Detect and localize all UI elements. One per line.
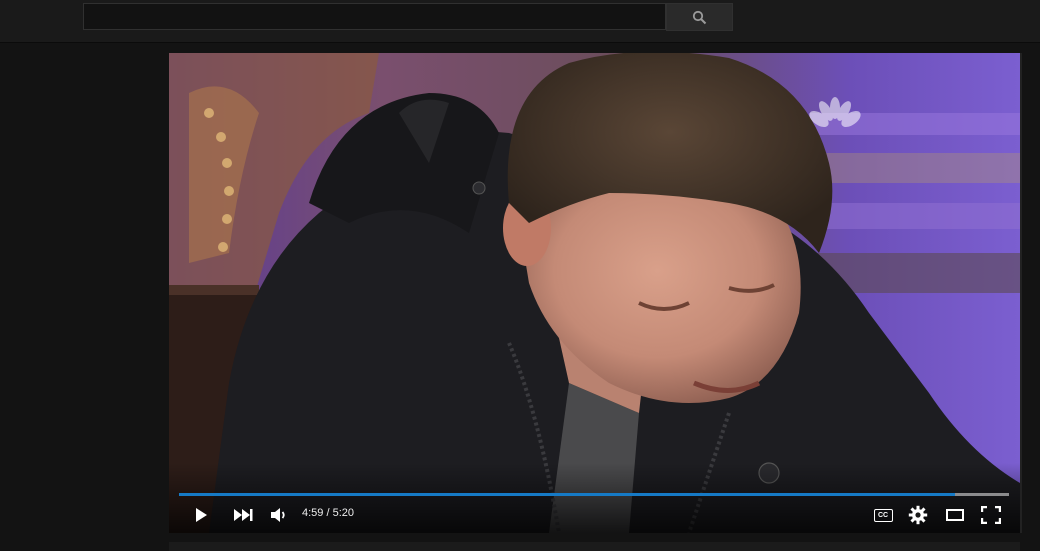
theater-mode-button[interactable] — [943, 502, 967, 528]
time-display: 4:59 / 5:20 — [302, 507, 354, 519]
video-player[interactable]: 4:59 / 5:20 CC — [169, 53, 1020, 533]
nbc-peacock-logo — [809, 97, 861, 127]
captions-button[interactable]: CC — [872, 502, 894, 528]
theater-mode-icon — [946, 509, 964, 521]
time-separator: / — [323, 507, 333, 519]
below-player-strip — [169, 542, 1020, 551]
settings-button[interactable] — [906, 502, 930, 528]
play-icon — [196, 508, 207, 522]
search-button[interactable] — [666, 3, 733, 31]
page-edge — [1020, 53, 1022, 533]
progress-bar[interactable] — [179, 493, 1009, 496]
progress-played — [179, 493, 956, 496]
search-icon — [692, 10, 707, 24]
current-time: 4:59 — [302, 507, 324, 519]
fullscreen-icon — [981, 506, 1001, 524]
fullscreen-button[interactable] — [979, 502, 1003, 528]
volume-icon — [271, 508, 285, 522]
volume-button[interactable] — [266, 502, 292, 528]
video-frame[interactable] — [169, 53, 1020, 533]
duration: 5:20 — [332, 507, 355, 519]
next-icon — [234, 509, 253, 521]
masthead — [0, 0, 1040, 43]
captions-label: CC — [877, 511, 889, 519]
next-button[interactable] — [229, 502, 257, 528]
search-input[interactable] — [83, 3, 666, 30]
captions-icon: CC — [873, 508, 893, 522]
gear-icon — [908, 505, 928, 525]
play-button[interactable] — [187, 502, 215, 528]
